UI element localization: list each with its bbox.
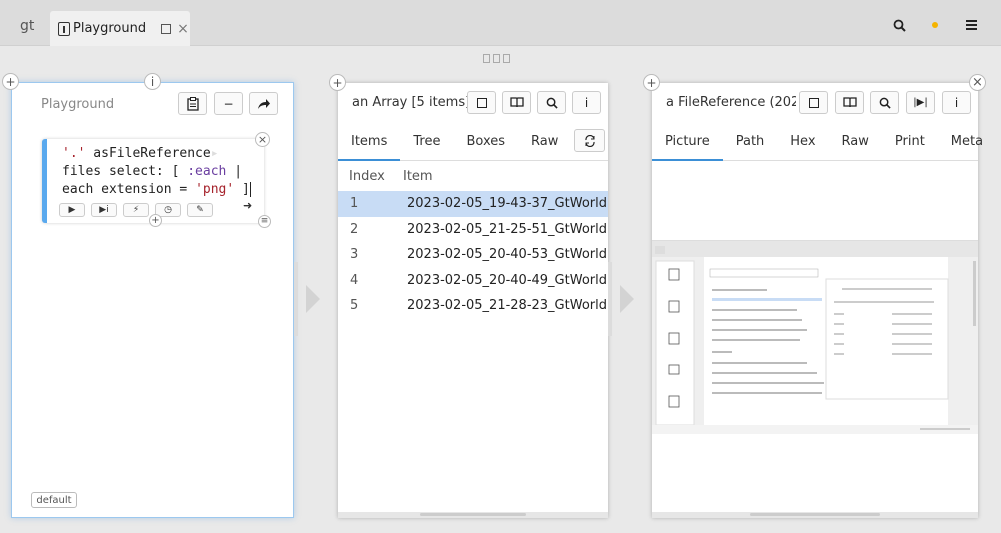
- tab-raw[interactable]: Raw: [829, 121, 882, 160]
- code-editor[interactable]: '.' asFileReference▸ files select: [ :ea…: [42, 139, 264, 223]
- items-table: 1 2023-02-05_19-43-37_GtWorldEle 2 2023-02…: [338, 191, 608, 319]
- file-reference-title: a FileReference (2023-: [666, 95, 796, 110]
- expand-arrow-icon[interactable]: ➜: [243, 199, 252, 212]
- playground-title: Playground: [41, 97, 115, 112]
- table-row[interactable]: 4 2023-02-05_20-40-49_GtWorldEle: [338, 268, 608, 294]
- tab-path[interactable]: Path: [723, 121, 778, 160]
- minimize-button[interactable]: −: [214, 92, 243, 115]
- array-title: an Array [5 items] (: [352, 95, 474, 110]
- share-arrow-icon: [257, 98, 270, 109]
- horizontal-scrollbar[interactable]: [750, 513, 880, 516]
- book-icon: [842, 97, 857, 108]
- table-row[interactable]: 2 2023-02-05_21-25-51_GtWorldEle: [338, 217, 608, 243]
- search-icon[interactable]: [892, 18, 906, 32]
- file-reference-pane: a FileReference (2023- |▶| i Picture Pat…: [652, 83, 983, 518]
- gt-logo[interactable]: gt: [20, 18, 34, 34]
- search-icon: [879, 97, 891, 109]
- pane-arrow-icon: [306, 285, 320, 313]
- default-button[interactable]: default: [31, 492, 77, 508]
- window-tab-playground[interactable]: Playground ×: [50, 11, 190, 46]
- screenshot-preview: [652, 240, 978, 434]
- play-button[interactable]: ▶: [59, 203, 85, 217]
- pane-arrow-icon: [620, 285, 634, 313]
- tab-hex[interactable]: Hex: [777, 121, 828, 160]
- clipboard-button[interactable]: [178, 92, 207, 115]
- editor-actions: ▶ ▶i ⚡ ◷ ✎: [59, 203, 213, 217]
- status-indicator-icon[interactable]: [928, 18, 942, 32]
- tab-tree[interactable]: Tree: [400, 121, 453, 160]
- pane-divider: [608, 262, 612, 336]
- column-index[interactable]: Index: [349, 169, 385, 184]
- search-button[interactable]: [537, 91, 566, 114]
- table-header: Index Item: [338, 169, 608, 191]
- close-snippet-icon[interactable]: ×: [255, 132, 270, 147]
- tab-meta[interactable]: Meta: [938, 121, 996, 160]
- clipboard-icon: [186, 96, 199, 111]
- info-button[interactable]: i: [942, 91, 971, 114]
- playground-pane: Playground − '.' asFileReference▸ files …: [11, 82, 294, 518]
- add-pane-icon[interactable]: +: [329, 74, 346, 91]
- add-pane-left-icon[interactable]: +: [2, 73, 19, 90]
- tab-picture[interactable]: Picture: [652, 121, 723, 161]
- search-icon: [546, 97, 558, 109]
- tab-boxes[interactable]: Boxes: [453, 121, 518, 160]
- table-row[interactable]: 3 2023-02-05_20-40-53_GtWorldEle: [338, 242, 608, 268]
- book-button[interactable]: [502, 91, 531, 114]
- column-item[interactable]: Item: [403, 169, 433, 184]
- refresh-button[interactable]: [574, 129, 605, 152]
- view-toggle-button[interactable]: [467, 91, 496, 114]
- close-tab-button[interactable]: ×: [177, 21, 189, 37]
- book-icon: [509, 97, 524, 108]
- add-pane-icon[interactable]: +: [643, 74, 660, 91]
- table-row[interactable]: 5 2023-02-05_21-28-23_GtWorldEle: [338, 293, 608, 319]
- playground-icon: [58, 21, 70, 36]
- snippet-menu-icon[interactable]: ≡: [258, 215, 271, 228]
- tab-raw[interactable]: Raw: [518, 121, 571, 160]
- screenshot-preview-image: [652, 241, 978, 434]
- maximize-icon[interactable]: [161, 23, 172, 34]
- menu-icon[interactable]: [964, 18, 978, 32]
- debug-button[interactable]: ⚡: [123, 203, 149, 217]
- horizontal-scrollbar[interactable]: [420, 513, 526, 516]
- code-text[interactable]: '.' asFileReference▸ files select: [ :ea…: [62, 145, 251, 199]
- play-inspect-button[interactable]: ▶i: [91, 203, 117, 217]
- array-tabs: Items Tree Boxes Raw: [338, 121, 608, 161]
- top-bar: gt Playground ×: [0, 0, 1001, 46]
- run-button[interactable]: |▶|: [906, 91, 935, 114]
- share-button[interactable]: [249, 92, 278, 115]
- search-button[interactable]: [870, 91, 899, 114]
- pane-divider: [294, 262, 298, 336]
- pane-pager[interactable]: [483, 54, 510, 63]
- tab-title[interactable]: Playground: [73, 21, 146, 36]
- view-toggle-button[interactable]: [799, 91, 828, 114]
- close-pane-icon[interactable]: ×: [969, 74, 986, 91]
- edit-button[interactable]: ✎: [187, 203, 213, 217]
- file-tabs: Picture Path Hex Raw Print Meta: [652, 121, 983, 161]
- info-icon[interactable]: i: [144, 73, 161, 90]
- tab-items[interactable]: Items: [338, 121, 401, 161]
- refresh-icon: [584, 134, 595, 147]
- tab-print[interactable]: Print: [882, 121, 938, 160]
- array-inspector-pane: an Array [5 items] ( i Items Tree Boxes …: [338, 83, 608, 518]
- add-snippet-icon[interactable]: +: [149, 214, 162, 227]
- book-button[interactable]: [835, 91, 864, 114]
- table-row[interactable]: 1 2023-02-05_19-43-37_GtWorldEle: [338, 191, 608, 217]
- info-button[interactable]: i: [572, 91, 601, 114]
